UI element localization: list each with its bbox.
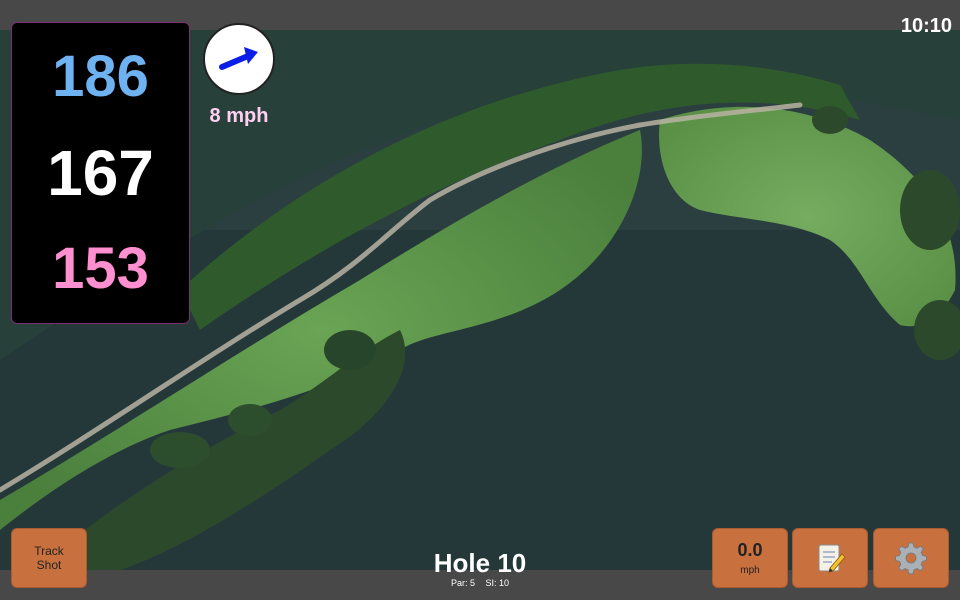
notes-button[interactable] bbox=[792, 528, 868, 588]
notepad-icon bbox=[818, 544, 846, 573]
middle-yardage: 167 bbox=[47, 136, 154, 209]
wind-arrow-icon bbox=[219, 47, 258, 70]
speed-unit: mph bbox=[740, 565, 760, 576]
yardage-panel: 186 167 153 bbox=[11, 22, 190, 324]
track-shot-label-line2: Shot bbox=[36, 558, 62, 572]
wind-speed: 8 mph bbox=[209, 105, 269, 127]
track-shot-button[interactable]: Track Shot bbox=[11, 528, 87, 588]
settings-button[interactable] bbox=[873, 528, 949, 588]
front-yardage: 153 bbox=[52, 235, 149, 301]
speed-button[interactable]: 0.0 mph bbox=[712, 528, 788, 588]
back-yardage: 186 bbox=[52, 44, 149, 110]
speed-value: 0.0 bbox=[737, 540, 763, 560]
gear-icon bbox=[895, 542, 927, 575]
hole-details: Par: 5 SI: 10 bbox=[380, 578, 580, 588]
par-label: Par: 5 bbox=[450, 578, 475, 588]
hole-info: Hole 10 Par: 5 SI: 10 bbox=[380, 550, 580, 588]
si-label: SI: 10 bbox=[485, 578, 510, 588]
track-shot-label-line1: Track bbox=[34, 543, 64, 558]
wind-dial bbox=[203, 23, 275, 95]
clock: 10:10 bbox=[900, 15, 952, 37]
hole-title: Hole 10 bbox=[433, 548, 527, 578]
